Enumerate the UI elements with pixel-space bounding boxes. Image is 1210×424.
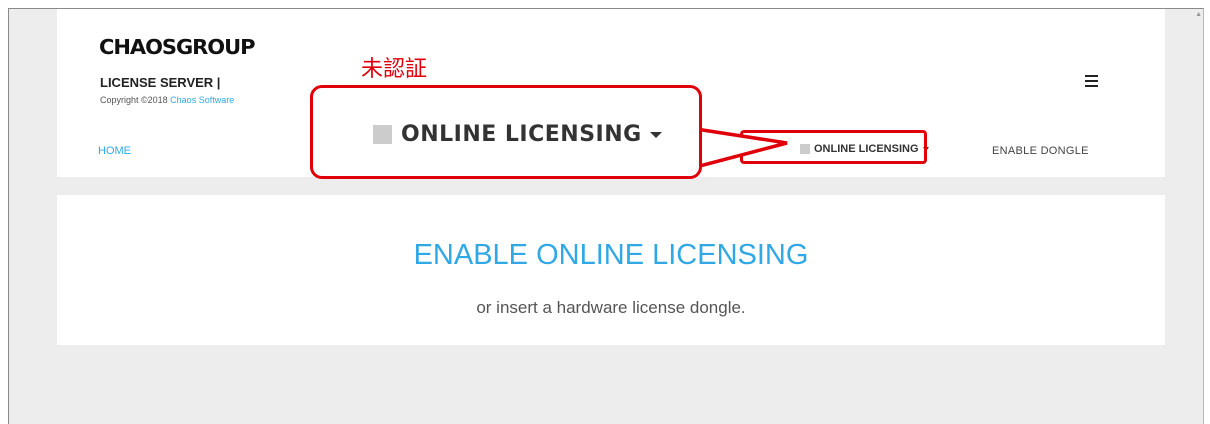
- page-title: ENABLE ONLINE LICENSING: [413, 239, 809, 271]
- status-square-icon: [373, 125, 392, 144]
- main-panel: ENABLE ONLINE LICENSING or insert a hard…: [57, 195, 1165, 345]
- callout-zoomed-label: ONLINE LICENSING: [401, 122, 642, 147]
- caret-down-icon: [649, 131, 662, 138]
- page-subtitle: or insert a hardware license dongle.: [476, 298, 746, 317]
- annotation-label: 未認証: [361, 57, 428, 82]
- annotation-callout: ONLINE LICENSING: [310, 85, 702, 179]
- browser-viewport: ▲ CHAOSGROUP LICENSE SERVER | Copyright …: [8, 8, 1204, 424]
- callout-zoomed-dropdown: ONLINE LICENSING: [373, 122, 662, 147]
